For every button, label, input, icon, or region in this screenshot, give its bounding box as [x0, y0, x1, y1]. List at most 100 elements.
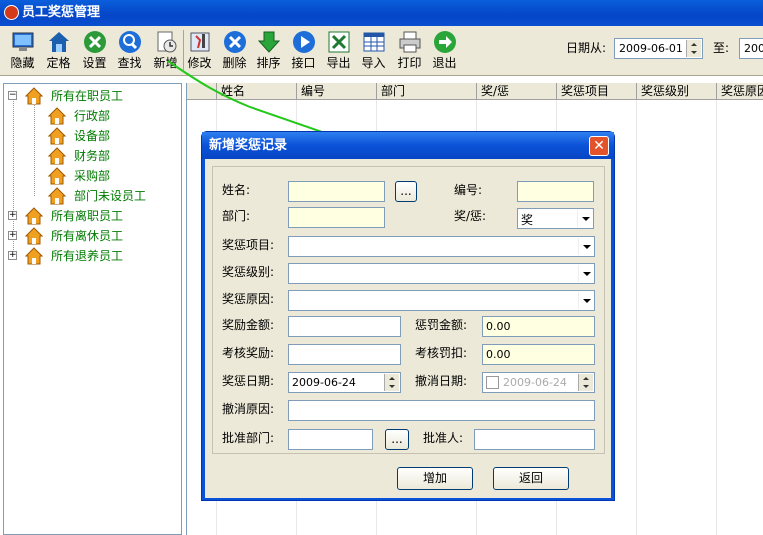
dept-label: 部门:: [222, 209, 251, 223]
type-select[interactable]: 奖: [517, 208, 594, 229]
date-from-label: 日期从:: [566, 41, 607, 55]
settings-button[interactable]: 设置: [78, 28, 111, 72]
house-icon: [48, 167, 66, 185]
approve-dept-input[interactable]: [288, 429, 373, 450]
house-icon: [48, 32, 69, 52]
exit-icon: [433, 31, 456, 53]
date-to-picker[interactable]: 2009: [739, 38, 763, 59]
level-select[interactable]: [288, 263, 595, 284]
sort-arrow-icon: [257, 31, 280, 53]
add-button[interactable]: 增加: [397, 467, 473, 490]
house-icon: [25, 247, 43, 265]
grid-column: [637, 100, 717, 535]
cancel-reason-label: 撤消原因:: [222, 402, 275, 416]
printer-icon: [399, 31, 420, 53]
tree-node-pensioned[interactable]: + 所有退养员工: [8, 247, 178, 265]
expand-toggle[interactable]: +: [8, 211, 17, 220]
dialog-body: 姓名: ... 编号: 部门: 奖/惩: 奖 奖惩项目: 奖惩级别: 奖惩原因:…: [205, 159, 611, 498]
new-record-icon: [157, 31, 176, 53]
house-icon: [48, 147, 66, 165]
tree-node-retired[interactable]: + 所有离休员工: [8, 227, 178, 245]
name-input[interactable]: [288, 181, 385, 202]
app-icon: [4, 5, 19, 20]
import-button[interactable]: 导入: [357, 28, 390, 72]
code-label: 编号:: [454, 183, 483, 197]
column-header-level[interactable]: 奖惩级别: [637, 83, 717, 100]
date-label: 奖惩日期:: [222, 374, 275, 388]
tree-node-active-staff[interactable]: − 所有在职员工: [8, 87, 178, 105]
penalty-amount-input[interactable]: 0.00: [482, 316, 595, 337]
house-icon: [48, 127, 66, 145]
assess-penalty-label: 考核罚扣:: [415, 346, 468, 360]
edit-icon: [190, 32, 209, 52]
approver-input[interactable]: [474, 429, 595, 450]
dialog-title-bar[interactable]: 新增奖惩记录: [202, 132, 614, 159]
tree-node-unassigned[interactable]: 部门未设员工: [48, 187, 178, 205]
tree-node-purchasing[interactable]: 采购部: [48, 167, 168, 185]
monitor-icon: [12, 32, 33, 51]
chevron-down-icon[interactable]: [577, 210, 592, 227]
interface-arrow-icon: [292, 31, 315, 53]
date-from-picker[interactable]: 2009-06-01: [614, 38, 703, 59]
item-select[interactable]: [288, 236, 595, 257]
cancel-reason-input[interactable]: [288, 400, 595, 421]
dialog-title: 新增奖惩记录: [209, 138, 288, 153]
tree-node-equipment[interactable]: 设备部: [48, 127, 168, 145]
close-icon[interactable]: ✕: [589, 136, 609, 156]
window-title: 员工奖惩管理: [22, 5, 101, 20]
assess-reward-label: 考核奖励:: [222, 346, 275, 360]
level-label: 奖惩级别:: [222, 265, 275, 279]
cancel-date-checkbox[interactable]: [486, 376, 499, 389]
chevron-down-icon[interactable]: [578, 265, 593, 282]
freeze-button[interactable]: 定格: [42, 28, 75, 72]
column-header-dept[interactable]: 部门: [377, 83, 477, 100]
reward-amount-input[interactable]: [288, 316, 401, 337]
expand-toggle[interactable]: +: [8, 231, 17, 240]
column-header-item[interactable]: 奖惩项目: [557, 83, 637, 100]
penalty-amount-label: 惩罚金额:: [415, 318, 468, 332]
approver-label: 批准人:: [423, 431, 464, 445]
house-icon: [25, 87, 43, 105]
date-picker[interactable]: 2009-06-24: [288, 372, 401, 393]
name-label: 姓名:: [222, 183, 251, 197]
column-header-type[interactable]: 奖/惩: [477, 83, 557, 100]
name-browse-button[interactable]: ...: [395, 181, 417, 202]
chevron-down-icon[interactable]: [578, 292, 593, 309]
reason-label: 奖惩原因:: [222, 292, 275, 306]
print-button[interactable]: 打印: [393, 28, 426, 72]
code-input[interactable]: [517, 181, 594, 202]
dept-browse-button[interactable]: ...: [385, 429, 409, 450]
expand-toggle[interactable]: +: [8, 251, 17, 260]
column-header-reason[interactable]: 奖惩原因: [717, 83, 763, 100]
assess-reward-input[interactable]: [288, 344, 401, 365]
search-icon: [118, 31, 141, 53]
tree-node-admin[interactable]: 行政部: [48, 107, 168, 125]
delete-icon: [223, 31, 246, 53]
back-button[interactable]: 返回: [493, 467, 569, 490]
dept-input[interactable]: [288, 207, 385, 228]
department-tree[interactable]: − 所有在职员工 行政部 设备部 财务部 采购部 部门未设员工 + 所有离职员工…: [3, 83, 182, 535]
collapse-toggle[interactable]: −: [8, 91, 17, 100]
exit-button[interactable]: 退出: [428, 28, 461, 72]
toolbar: 隐藏 定格 设置 查找 新增 修改 删除 排序 接口 导出 导入 打印 退出 日…: [0, 26, 763, 76]
item-label: 奖惩项目:: [222, 238, 275, 252]
assess-penalty-input[interactable]: 0.00: [482, 344, 595, 365]
approve-dept-label: 批准部门:: [222, 431, 275, 445]
search-button[interactable]: 查找: [113, 28, 146, 72]
tree-node-resigned[interactable]: + 所有离职员工: [8, 207, 178, 225]
type-label: 奖/惩:: [454, 209, 487, 223]
date-spinner[interactable]: [384, 374, 399, 391]
reason-select[interactable]: [288, 290, 595, 311]
chevron-down-icon[interactable]: [578, 238, 593, 255]
settings-icon: [83, 31, 106, 53]
hide-button[interactable]: 隐藏: [6, 28, 39, 72]
date-spinner[interactable]: [686, 40, 701, 57]
date-spinner[interactable]: [578, 374, 593, 391]
house-icon: [48, 107, 66, 125]
cancel-date-picker[interactable]: 2009-06-24: [482, 372, 595, 393]
house-icon: [48, 187, 66, 205]
excel-export-icon: [328, 31, 349, 53]
tree-node-finance[interactable]: 财务部: [48, 147, 168, 165]
reward-amount-label: 奖励金额:: [222, 318, 275, 332]
new-record-dialog: 新增奖惩记录 ✕ 姓名: ... 编号: 部门: 奖/惩: 奖 奖惩项目: 奖惩…: [201, 131, 615, 501]
